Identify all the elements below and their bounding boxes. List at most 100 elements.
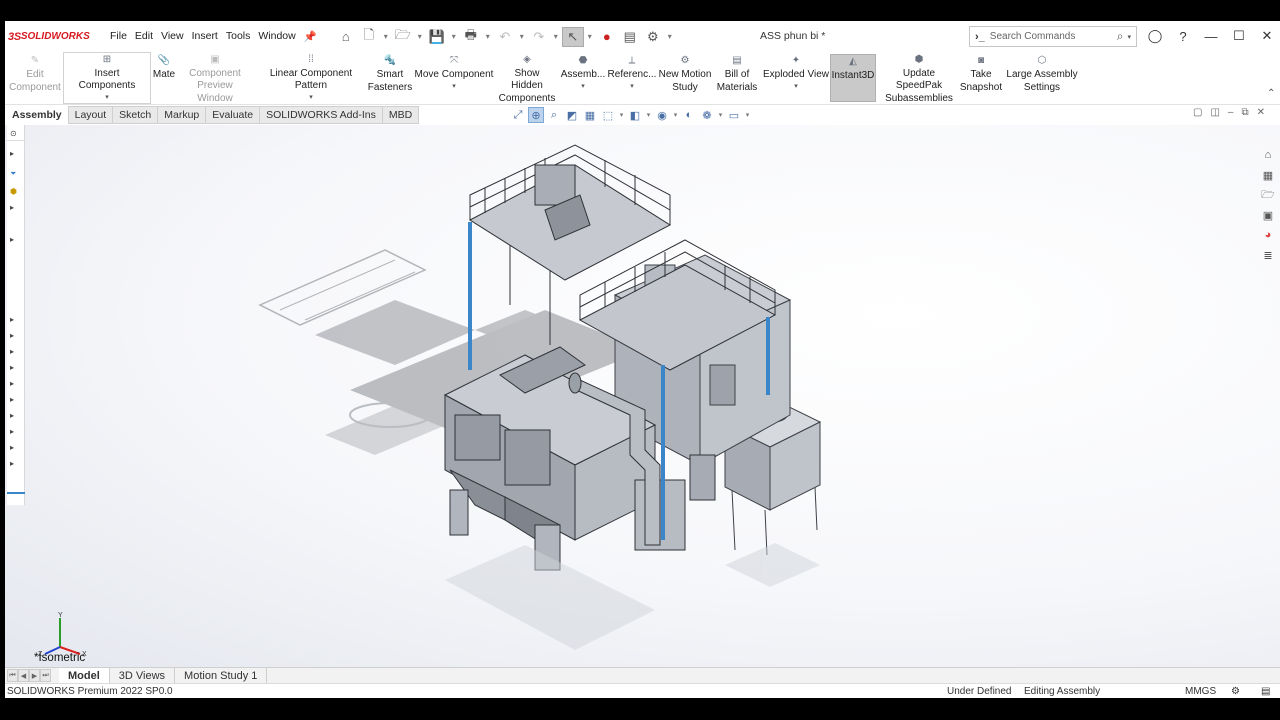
minimize-icon[interactable]: —: [1201, 25, 1221, 47]
file-properties-icon[interactable]: ▤: [619, 27, 641, 47]
new-dropdown-icon[interactable]: ▾: [381, 27, 391, 47]
mate-button[interactable]: 📎 Mate: [151, 54, 177, 102]
speedpak-button[interactable]: ⬢ Update SpeedPak Subassemblies: [880, 54, 958, 104]
hide-show-dropdown-icon[interactable]: ▾: [672, 107, 679, 123]
tree-arrow-icon[interactable]: ▸: [10, 443, 14, 452]
display-dropdown-icon[interactable]: ▾: [645, 107, 652, 123]
customize-icon[interactable]: ⚙: [1231, 686, 1240, 697]
tab-assembly[interactable]: Assembly: [5, 106, 69, 124]
chevron-down-icon[interactable]: ▾: [794, 81, 798, 94]
view-settings-dropdown-icon[interactable]: ▾: [744, 107, 751, 123]
menu-window[interactable]: Window: [254, 30, 299, 43]
undo-icon[interactable]: ↶: [494, 27, 516, 47]
tree-arrow-icon[interactable]: ▸: [10, 411, 14, 420]
tree-arrow-icon[interactable]: ▸: [10, 379, 14, 388]
doc-minimize-icon[interactable]: –: [1228, 107, 1234, 118]
redo-dropdown-icon[interactable]: ▾: [551, 27, 561, 47]
first-tab-icon[interactable]: ⏮: [7, 669, 18, 682]
chevron-down-icon[interactable]: ▾: [581, 81, 585, 94]
doc-close-icon[interactable]: ✕: [1257, 107, 1265, 118]
search-icon[interactable]: ⌕: [1117, 29, 1124, 44]
tree-arrow-icon[interactable]: ▸: [10, 363, 14, 372]
last-tab-icon[interactable]: ⏭: [40, 669, 51, 682]
tab-model[interactable]: Model: [59, 668, 110, 683]
menu-edit[interactable]: Edit: [131, 30, 157, 43]
dynamic-annotation-icon[interactable]: ▦: [582, 107, 598, 123]
chevron-down-icon[interactable]: ▾: [630, 81, 634, 94]
tree-arrow-icon[interactable]: ▸: [10, 331, 14, 340]
assembly-model-view[interactable]: [5, 125, 1280, 667]
help-icon[interactable]: ?: [1173, 25, 1193, 47]
chevron-down-icon[interactable]: ▾: [105, 92, 109, 105]
tab-addins[interactable]: SOLIDWORKS Add-Ins: [259, 106, 383, 124]
previous-view-icon[interactable]: ⌕: [546, 107, 562, 123]
tree-arrow-icon[interactable]: ▸: [10, 347, 14, 356]
solidworks-resources-icon[interactable]: ⌂: [1258, 145, 1278, 165]
select-arrow-icon[interactable]: ↖: [561, 26, 584, 47]
zoom-to-area-icon[interactable]: ⊕: [528, 107, 544, 123]
linear-pattern-button[interactable]: ⁞⁞ Linear Component Pattern ▾: [253, 54, 369, 102]
tab-markup[interactable]: Markup: [157, 106, 207, 124]
tree-arrow-icon[interactable]: ▸: [10, 203, 14, 212]
display-style-icon[interactable]: ◧: [627, 107, 643, 123]
tree-arrow-icon[interactable]: ▸: [10, 459, 14, 468]
select-dropdown-icon[interactable]: ▾: [585, 27, 595, 47]
search-commands-input[interactable]: ›_ Search Commands ⌕ ▾: [969, 26, 1137, 47]
exploded-view-button[interactable]: ✦ Exploded View ▾: [763, 54, 829, 102]
reference-geometry-button[interactable]: ⟂ Referenc... ▾: [608, 54, 657, 102]
close-icon[interactable]: ✕: [1257, 25, 1277, 47]
instant3d-button[interactable]: ◭ Instant3D: [830, 54, 876, 102]
view-palette-icon[interactable]: ▣: [1258, 205, 1278, 225]
design-library-icon[interactable]: ▦: [1258, 165, 1278, 185]
bom-button[interactable]: ▤ Bill of Materials: [717, 54, 758, 102]
tree-arrow-icon[interactable]: ▸: [10, 235, 14, 244]
doc-maximize-icon[interactable]: ⧉: [1241, 107, 1248, 118]
save-dropdown-icon[interactable]: ▾: [449, 27, 459, 47]
view-settings-icon[interactable]: ▭: [726, 107, 742, 123]
tree-arrow-icon[interactable]: ▸: [10, 427, 14, 436]
user-account-icon[interactable]: ◯: [1145, 25, 1165, 47]
menu-insert[interactable]: Insert: [188, 30, 222, 43]
tab-layout[interactable]: Layout: [67, 106, 114, 124]
undo-dropdown-icon[interactable]: ▾: [517, 27, 527, 47]
print-icon[interactable]: 🖶: [460, 27, 482, 47]
prev-tab-icon[interactable]: ◀: [18, 669, 29, 682]
edit-component-button[interactable]: ✎ Edit Component: [8, 54, 62, 102]
collapse-ribbon-icon[interactable]: ⌃: [1267, 88, 1275, 99]
apply-scene-icon[interactable]: ❁: [699, 107, 715, 123]
large-assembly-button[interactable]: ⬡ Large Assembly Settings: [1006, 54, 1078, 102]
search-dropdown-icon[interactable]: ▾: [1127, 33, 1131, 41]
tab-mbd[interactable]: MBD: [381, 106, 420, 124]
doc-restore-icon[interactable]: ▢: [1193, 107, 1202, 118]
maximize-icon[interactable]: ☐: [1229, 25, 1249, 47]
menu-view[interactable]: View: [157, 30, 188, 43]
section-view-icon[interactable]: ◩: [564, 107, 580, 123]
tab-sketch[interactable]: Sketch: [112, 106, 159, 124]
doc-tile-icon[interactable]: ◫: [1210, 107, 1219, 118]
filter-icon[interactable]: ⏷: [10, 169, 16, 179]
traffic-light-icon[interactable]: ●: [596, 27, 618, 47]
open-folder-icon[interactable]: 🗁: [392, 27, 414, 47]
panel-splitter[interactable]: [7, 492, 25, 494]
preview-window-button[interactable]: ▣ Component Preview Window: [180, 54, 250, 104]
assembly-features-button[interactable]: ⬣ Assemb... ▾: [561, 54, 605, 102]
graphics-area[interactable]: Y X Z *Isometric: [5, 125, 1280, 667]
hide-show-items-icon[interactable]: ◉: [654, 107, 670, 123]
insert-components-button[interactable]: ⊞ Insert Components ▾: [65, 54, 149, 102]
home-icon[interactable]: ⌂: [335, 27, 357, 47]
move-component-button[interactable]: ⤧ Move Component ▾: [414, 54, 494, 102]
custom-properties-icon[interactable]: ≣: [1258, 245, 1278, 265]
feature-tree-tab-icon[interactable]: ⊙: [10, 129, 17, 138]
tab-motion-study[interactable]: Motion Study 1: [175, 668, 268, 683]
unit-system[interactable]: MMGS: [1185, 686, 1216, 697]
tab-evaluate[interactable]: Evaluate: [205, 106, 261, 124]
options-gear-icon[interactable]: ⚙: [642, 27, 664, 47]
zoom-to-fit-icon[interactable]: ⤢: [510, 107, 526, 123]
tree-arrow-icon[interactable]: ▸: [10, 315, 14, 324]
menu-file[interactable]: File: [106, 30, 131, 43]
motion-study-button[interactable]: ⚙ New Motion Study: [656, 54, 714, 102]
options-dropdown-icon[interactable]: ▾: [665, 27, 675, 47]
scene-dropdown-icon[interactable]: ▾: [717, 107, 724, 123]
file-explorer-icon[interactable]: 🗁: [1258, 185, 1278, 205]
redo-icon[interactable]: ↷: [528, 27, 550, 47]
